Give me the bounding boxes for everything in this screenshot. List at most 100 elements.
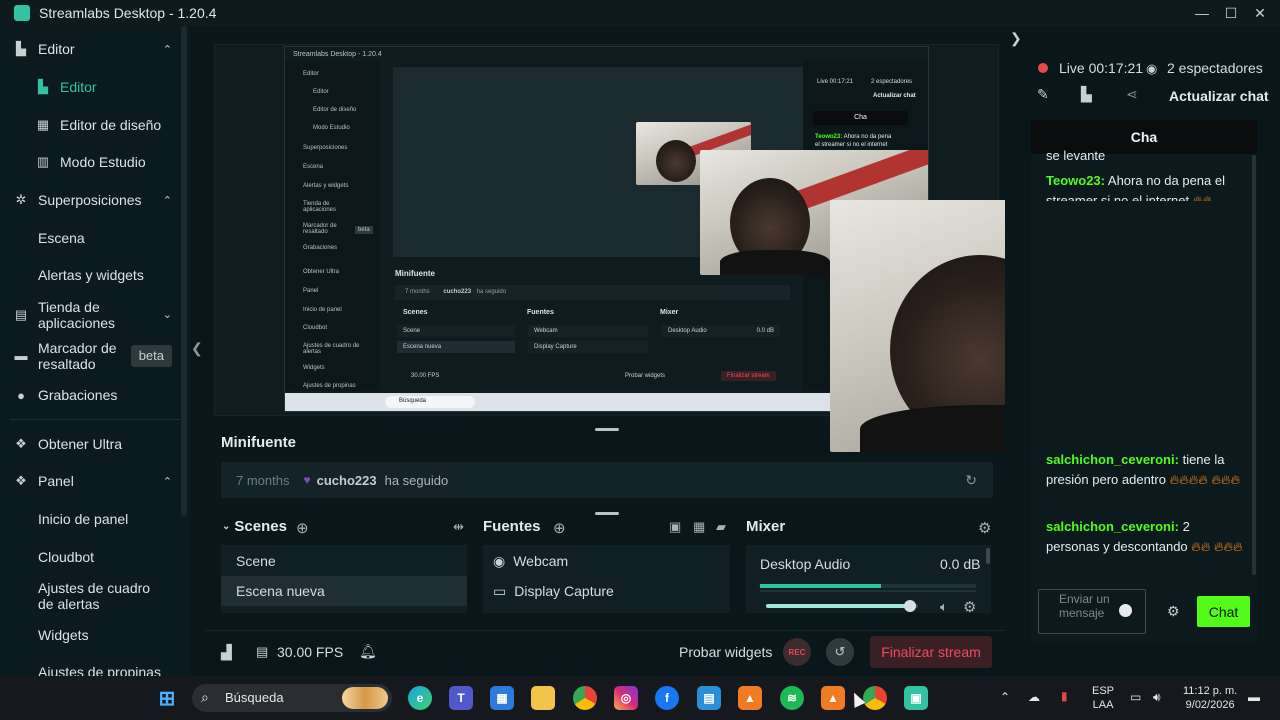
collapse-chat-icon[interactable]: ❯: [1010, 30, 1022, 47]
chat-username[interactable]: salchichon_ceveroni:: [1046, 519, 1179, 534]
windows-start-icon[interactable]: ⊞: [155, 686, 179, 710]
chevron-down-icon[interactable]: ⌄: [163, 307, 172, 323]
highlighter-icon: ▬: [14, 348, 28, 363]
edge-icon[interactable]: e: [408, 686, 432, 710]
source-row[interactable]: ◉ Webcam: [483, 546, 730, 576]
chat-scrollbar[interactable]: [1252, 155, 1256, 575]
sidebar-item-label: Escena: [38, 230, 85, 246]
cloud-icon[interactable]: ☁: [1028, 690, 1040, 704]
add-source-icon[interactable]: ⊕: [553, 519, 566, 537]
sidebar-item-overlays[interactable]: ✲ Superposiciones ⌃: [0, 192, 180, 208]
resize-handle[interactable]: [595, 512, 619, 515]
refresh-chat-button[interactable]: Actualizar chat: [1169, 88, 1269, 104]
end-stream-button[interactable]: Finalizar stream: [870, 636, 992, 668]
sidebar-item-recordings[interactable]: ● Grabaciones: [0, 387, 180, 403]
chrome-icon[interactable]: [573, 686, 597, 710]
emoji-picker-icon[interactable]: [1119, 604, 1132, 617]
share-icon[interactable]: ⋖: [1126, 86, 1138, 103]
close-button[interactable]: ✕: [1243, 0, 1277, 26]
spotify-icon[interactable]: ≋: [780, 686, 804, 710]
network-icon[interactable]: ▭: [1130, 690, 1141, 704]
facebook-icon[interactable]: f: [655, 686, 679, 710]
store-icon[interactable]: ▦: [490, 686, 514, 710]
nested-chat-message: Teowo23: Ahora no da pena el streamer si…: [815, 133, 895, 149]
chevron-up-icon[interactable]: ⌃: [163, 194, 172, 207]
source-row[interactable]: ▭ Display Capture: [483, 576, 730, 606]
sidebar-item-highlighter[interactable]: ▬ Marcador de resaltado beta: [0, 340, 180, 372]
chevron-up-icon[interactable]: ⌃: [163, 43, 172, 56]
nested-sidebar-item: Panel: [303, 288, 319, 294]
speaker-icon[interactable]: 🔈︎: [940, 599, 948, 615]
folder-icon[interactable]: [531, 686, 555, 710]
nested-fuentes-title: Fuentes: [527, 309, 554, 316]
sidebar-scrollbar[interactable]: [181, 26, 187, 516]
fl-studio-icon[interactable]: ▲: [821, 686, 845, 710]
source-settings-icon[interactable]: ▣: [669, 519, 681, 535]
chat-settings-icon[interactable]: ⚙: [1167, 603, 1180, 620]
show-hidden-icons-icon[interactable]: ⌃: [1000, 690, 1010, 704]
nested-probar: Probar widgets: [625, 373, 666, 379]
sidebar-item-editor-group[interactable]: ▙ Editor ⌃: [0, 41, 180, 57]
edit-pencil-icon[interactable]: ✎: [1037, 86, 1049, 103]
taskbar-search[interactable]: ⌕ Búsqueda: [192, 684, 392, 712]
nested-scene-row: Scene: [397, 325, 515, 337]
sidebar-item-alerts-widgets[interactable]: Alertas y widgets: [0, 267, 180, 283]
sidebar-item-widgets[interactable]: Widgets: [0, 627, 180, 643]
notification-icon[interactable]: ▬: [1248, 690, 1260, 704]
scene-row[interactable]: Scene: [221, 546, 467, 576]
streamlabs-icon[interactable]: ▣: [904, 686, 928, 710]
nested-sidebar-item: Cloudbot: [303, 325, 328, 331]
chat-username[interactable]: Teowo23:: [1046, 173, 1105, 188]
replay-buffer-icon[interactable]: ↺: [826, 638, 854, 666]
clock-time: 11:12 p. m.: [1183, 685, 1238, 697]
fl-studio-icon[interactable]: ▲: [738, 686, 762, 710]
audio-settings-icon[interactable]: ⚙: [963, 598, 976, 616]
sidebar-item-panel[interactable]: ❖ Panel ⌃: [0, 473, 180, 489]
new-folder-icon[interactable]: ▰: [716, 519, 726, 535]
event-action: ha seguido: [384, 472, 449, 488]
test-widgets-button[interactable]: Probar widgets: [679, 644, 772, 660]
collapse-scenes-icon[interactable]: ⌄: [222, 521, 230, 532]
instagram-icon[interactable]: ◎: [614, 686, 638, 710]
chevron-up-icon[interactable]: ⌃: [163, 475, 172, 488]
sidebar-item-tips-settings[interactable]: Ajustes de propinas: [0, 664, 180, 676]
sidebar-item-editor[interactable]: ▙ Editor: [0, 79, 180, 95]
volume-icon[interactable]: 🔊︎: [1153, 690, 1161, 704]
record-button[interactable]: REC: [783, 638, 811, 666]
nested-sidebar-item: Grabaciones: [303, 245, 338, 251]
notifications-bell-icon[interactable]: 🔔︎: [359, 643, 377, 660]
performance-icon: ▤: [256, 644, 269, 659]
chrome-icon[interactable]: [863, 686, 887, 710]
sidebar-item-app-store[interactable]: ▤ Tienda de aplicaciones ⌄: [0, 299, 180, 331]
taskbar-clock[interactable]: 11:12 p. m. 9/02/2026: [1183, 684, 1237, 712]
store-icon: ▤: [14, 307, 28, 322]
popout-icon[interactable]: ▙: [1081, 86, 1092, 103]
sidebar-item-panel-home[interactable]: Inicio de panel: [0, 511, 180, 527]
volume-slider[interactable]: [766, 600, 918, 612]
stats-icon[interactable]: ▟: [221, 644, 232, 661]
sidebar-item-studio-mode[interactable]: ▥ Modo Estudio: [0, 154, 180, 170]
mixer-settings-icon[interactable]: ⚙: [978, 519, 991, 537]
sidebar-item-scene[interactable]: Escena: [0, 230, 180, 246]
nested-minifuente-bar: 7 months cucho223 ha seguido: [395, 285, 790, 300]
teams-icon[interactable]: T: [449, 686, 473, 710]
overlays-icon: ✲: [15, 192, 27, 207]
send-chat-button[interactable]: Chat: [1197, 596, 1250, 627]
language-indicator[interactable]: ESP LAA: [1092, 684, 1114, 712]
sidebar-item-layout-editor[interactable]: ▦ Editor de diseño: [0, 117, 180, 133]
sidebar-item-get-ultra[interactable]: ❖ Obtener Ultra: [0, 436, 180, 452]
chat-username[interactable]: salchichon_ceveroni:: [1046, 452, 1179, 467]
streamlabs-logo-icon: [14, 5, 30, 21]
collapse-sidebar-icon[interactable]: ❮: [191, 340, 203, 357]
sidebar-item-alertbox-settings[interactable]: Ajustes de cuadro de alertas: [0, 580, 180, 612]
resize-handle[interactable]: [595, 428, 619, 431]
mixer-scrollbar[interactable]: [986, 548, 990, 564]
sidebar-item-cloudbot[interactable]: Cloudbot: [0, 549, 180, 565]
scene-row-selected[interactable]: Escena nueva: [221, 576, 467, 606]
add-scene-icon[interactable]: ⊕: [296, 519, 309, 537]
refresh-icon[interactable]: ↻: [965, 472, 977, 489]
scene-transitions-icon[interactable]: ⇹: [453, 519, 464, 535]
folder-icon[interactable]: ▦: [693, 519, 705, 535]
app-tray-icon[interactable]: ▮: [1061, 689, 1068, 703]
notepad-icon[interactable]: ▤: [697, 686, 721, 710]
